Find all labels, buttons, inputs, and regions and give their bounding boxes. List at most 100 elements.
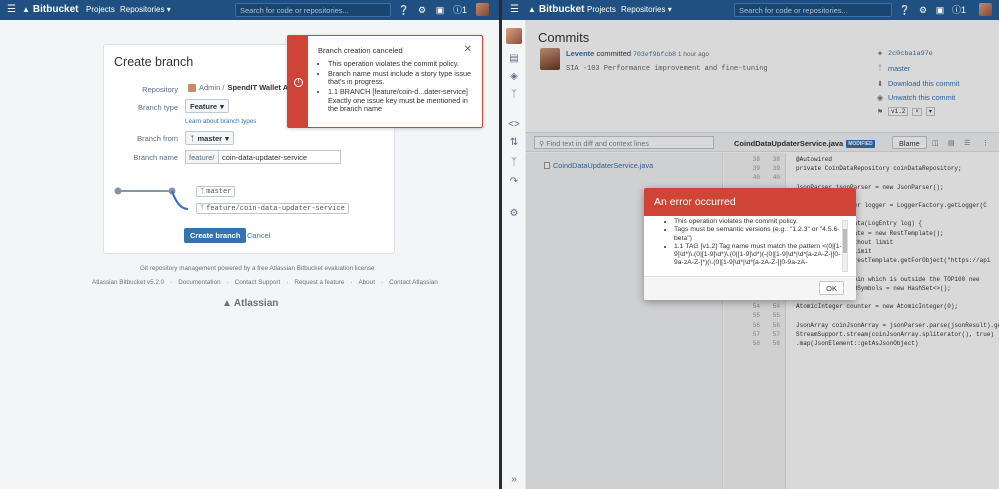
dialog-messages: This operation violates the commit polic… bbox=[674, 218, 844, 268]
branch-icon: ᛉ bbox=[200, 187, 205, 196]
footer-links: Atlassian Bitbucket v5.2.0 · Documentati… bbox=[92, 279, 438, 286]
branch-type-label: Branch type bbox=[137, 103, 178, 112]
inbox-icon[interactable]: ▣ bbox=[934, 4, 946, 16]
brand-name: Bitbucket bbox=[32, 4, 79, 15]
dialog-scrollbar[interactable] bbox=[842, 220, 848, 272]
repository-label: Repository bbox=[142, 85, 178, 94]
menu-icon[interactable]: ☰ bbox=[7, 4, 16, 15]
branch-icon: ᛉ bbox=[200, 204, 205, 213]
diagram-start-node bbox=[114, 187, 122, 195]
notifications-icon[interactable]: ⓘ1 bbox=[951, 4, 967, 16]
notifications-icon[interactable]: ⓘ1 bbox=[452, 4, 468, 16]
page-title: Create branch bbox=[114, 55, 194, 69]
source-icon[interactable]: ▤ bbox=[508, 53, 520, 65]
scrollbar-thumb[interactable] bbox=[843, 229, 847, 253]
help-icon[interactable]: ❔ bbox=[899, 4, 911, 16]
chevron-down-icon: ▾ bbox=[225, 133, 229, 143]
nav-repositories[interactable]: Repositories ▾ bbox=[621, 5, 672, 14]
flag-title: Branch creation canceled bbox=[318, 46, 403, 55]
repository-sidebar: ▤ ◈ ᛉ <> ⇅ ᛉ ↷ ⚙ » bbox=[502, 20, 526, 489]
branch-from-dropdown[interactable]: ᛉ master ▾ bbox=[185, 131, 234, 145]
bitbucket-logo[interactable]: ▲ Bitbucket bbox=[528, 4, 584, 15]
dialog-body: This operation violates the commit polic… bbox=[652, 218, 848, 275]
atlassian-logo-text: Atlassian bbox=[233, 298, 279, 309]
repository-project: Admin / bbox=[199, 83, 225, 92]
branch-icon[interactable]: ᛉ bbox=[508, 157, 520, 169]
dialog-message: Tags must be semantic versions (e.g.: "1… bbox=[674, 226, 844, 243]
create-branch-button[interactable]: Create branch bbox=[184, 228, 247, 243]
ok-button[interactable]: OK bbox=[819, 281, 844, 295]
nav-projects[interactable]: Projects bbox=[587, 5, 616, 14]
branch-type-value: Feature bbox=[190, 101, 218, 111]
error-icon: ! bbox=[294, 78, 303, 87]
dialog-title: An error occurred bbox=[644, 188, 856, 216]
branch-name-label: Branch name bbox=[133, 153, 178, 162]
search-input[interactable]: Search for code or repositories... bbox=[734, 3, 892, 17]
diagram-source-label: master bbox=[206, 187, 232, 196]
branch-from-value: master bbox=[197, 133, 223, 143]
atlassian-triangle-icon: ▲ bbox=[222, 298, 232, 309]
cancel-link[interactable]: Cancel bbox=[247, 231, 270, 240]
footer-about-link[interactable]: About bbox=[358, 279, 374, 286]
footer-contact-support-link[interactable]: Contact Support bbox=[235, 279, 281, 286]
footer-separator: · bbox=[380, 279, 384, 286]
notification-count: 1 bbox=[462, 5, 468, 15]
flag-message: 1.1 BRANCH [feature/coin-d...dater-servi… bbox=[328, 87, 473, 114]
gear-icon[interactable]: ⚙ bbox=[917, 4, 929, 16]
footer-separator: · bbox=[350, 279, 353, 286]
user-avatar[interactable] bbox=[476, 3, 489, 16]
notification-count: 1 bbox=[961, 5, 967, 15]
branch-diagram bbox=[114, 187, 189, 210]
menu-icon[interactable]: ☰ bbox=[510, 4, 519, 15]
diagram-target-branch: ᛉ feature/coin-data-updater-service bbox=[196, 203, 349, 214]
branch-from-label: Branch from bbox=[137, 134, 178, 143]
top-navigation-bar: ☰ ▲ Bitbucket Projects Repositories ▾ Se… bbox=[502, 0, 999, 20]
footer-version: Atlassian Bitbucket v5.2.0 bbox=[92, 279, 165, 286]
clone-icon[interactable]: ⇅ bbox=[508, 137, 520, 149]
atlassian-logo[interactable]: ▲ Atlassian bbox=[222, 298, 278, 309]
error-flag: ! Branch creation canceled ✕ This operat… bbox=[287, 35, 483, 128]
footer-separator: · bbox=[170, 279, 173, 286]
flag-message: This operation violates the commit polic… bbox=[328, 59, 473, 69]
diagram-branch-line bbox=[171, 190, 189, 210]
gear-icon[interactable]: ⚙ bbox=[508, 208, 520, 220]
chevron-down-icon: ▾ bbox=[220, 101, 224, 111]
footer-separator: · bbox=[286, 279, 289, 286]
search-placeholder: Search for code or repositories... bbox=[240, 6, 349, 15]
footer-contact-atlassian-link[interactable]: Contact Atlassian bbox=[389, 279, 438, 286]
search-input[interactable]: Search for code or repositories... bbox=[235, 3, 391, 17]
error-dialog: An error occurred This operation violate… bbox=[644, 188, 856, 300]
flag-messages: This operation violates the commit polic… bbox=[328, 59, 473, 115]
branch-type-dropdown[interactable]: Feature ▾ bbox=[185, 99, 229, 113]
help-icon[interactable]: ❔ bbox=[398, 4, 410, 16]
bitbucket-logo[interactable]: ▲ Bitbucket bbox=[22, 4, 78, 15]
nav-repositories[interactable]: Repositories ▾ bbox=[120, 5, 171, 14]
branch-name-prefix: feature/ bbox=[185, 150, 219, 164]
dialog-message: 1.1 TAG [v1.2] Tag name must match the p… bbox=[674, 243, 844, 268]
repository-avatar[interactable] bbox=[506, 28, 522, 44]
code-icon[interactable]: <> bbox=[508, 119, 520, 131]
commits-icon[interactable]: ◈ bbox=[508, 71, 520, 83]
learn-branch-types-link[interactable]: Learn about branch types bbox=[185, 118, 256, 125]
branch-name-input[interactable]: coin-data-updater-service bbox=[218, 150, 341, 164]
diagram-target-label: feature/coin-data-updater-service bbox=[206, 204, 345, 213]
footer-powered: Git repository management powered by a f… bbox=[140, 265, 375, 272]
pull-request-icon[interactable]: ↷ bbox=[508, 176, 520, 188]
avatar bbox=[188, 83, 196, 92]
expand-sidebar-icon[interactable]: » bbox=[508, 474, 520, 486]
user-avatar[interactable] bbox=[979, 3, 992, 16]
branches-icon[interactable]: ᛉ bbox=[508, 89, 520, 101]
dialog-message: This operation violates the commit polic… bbox=[674, 218, 844, 226]
inbox-icon[interactable]: ▣ bbox=[434, 4, 446, 16]
footer-request-feature-link[interactable]: Request a feature bbox=[294, 279, 344, 286]
diagram-source-branch: ᛉ master bbox=[196, 186, 236, 197]
close-icon[interactable]: ✕ bbox=[464, 44, 472, 55]
footer-documentation-link[interactable]: Documentation bbox=[178, 279, 220, 286]
repository-value: Admin / SpendIT Wallet App bbox=[188, 83, 297, 92]
gear-icon[interactable]: ⚙ bbox=[416, 4, 428, 16]
top-navigation-bar: ☰ ▲ Bitbucket Projects Repositories ▾ Se… bbox=[0, 0, 499, 20]
dialog-footer: OK bbox=[644, 276, 856, 300]
footer-separator: · bbox=[226, 279, 229, 286]
nav-projects[interactable]: Projects bbox=[86, 5, 115, 14]
branch-icon: ᛉ bbox=[190, 133, 195, 143]
